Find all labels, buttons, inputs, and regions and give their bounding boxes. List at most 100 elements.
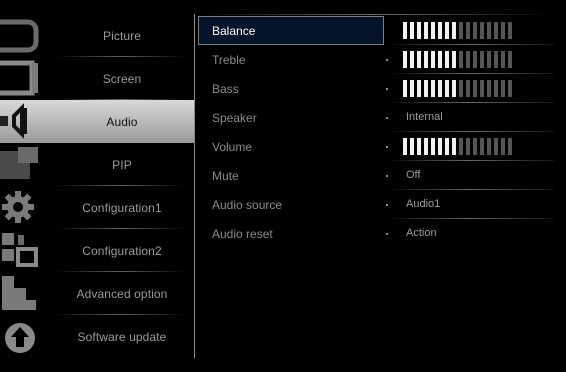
setting-label: Audio source	[212, 198, 283, 212]
setting-value: Internal	[406, 111, 443, 123]
value-bullet	[386, 146, 388, 148]
menu-item-configuration1[interactable]: Configuration1	[0, 186, 194, 229]
menu-item-software-update[interactable]: Software update	[0, 315, 194, 358]
level-segment	[494, 138, 498, 155]
menu-item-label: Advanced option	[76, 286, 168, 301]
menu-item-label: PIP	[112, 157, 132, 172]
level-segment	[410, 51, 414, 68]
osd-menu-screen: Picture Screen Audio PIP Configuration1 …	[0, 0, 566, 372]
level-segment	[459, 22, 463, 39]
setting-row-audio-source[interactable]: Audio source Audio1	[196, 190, 554, 219]
level-segment	[438, 51, 442, 68]
level-segment	[466, 22, 470, 39]
level-segment	[480, 80, 484, 97]
menu-item-screen[interactable]: Screen	[0, 57, 194, 100]
level-segment	[487, 22, 491, 39]
setting-row-mute[interactable]: Mute Off	[196, 161, 554, 190]
menu-item-advanced-option[interactable]: Advanced option	[0, 272, 194, 315]
setting-row-audio-reset[interactable]: Audio reset Action	[196, 219, 554, 248]
level-segment	[403, 80, 407, 97]
value-bullet	[386, 88, 388, 90]
setting-value: Off	[406, 169, 421, 181]
level-segment	[438, 80, 442, 97]
level-segment	[473, 22, 477, 39]
level-segment	[494, 51, 498, 68]
menu-item-label: Configuration2	[82, 243, 162, 258]
level-segment	[487, 138, 491, 155]
level-segment	[452, 80, 456, 97]
volume-level-bar[interactable]	[403, 138, 512, 156]
picture-icon	[0, 19, 39, 53]
level-segment	[403, 51, 407, 68]
level-segment	[424, 80, 428, 97]
level-segment	[410, 138, 414, 155]
menu-item-label: Screen	[102, 71, 142, 86]
level-segment	[452, 138, 456, 155]
level-segment	[445, 80, 449, 97]
menu-item-audio[interactable]: Audio	[0, 100, 194, 143]
treble-level-bar[interactable]	[403, 51, 512, 69]
level-segment	[466, 138, 470, 155]
menu-item-configuration2[interactable]: Configuration2	[0, 229, 194, 272]
advanced-option-icon	[2, 276, 36, 310]
setting-label: Treble	[212, 53, 246, 67]
level-segment	[410, 80, 414, 97]
setting-value: Audio1	[406, 198, 441, 210]
setting-row-volume[interactable]: Volume	[196, 132, 554, 161]
bass-level-bar[interactable]	[403, 80, 512, 98]
level-segment	[508, 80, 512, 97]
setting-label: Mute	[212, 169, 239, 183]
level-segment	[501, 80, 505, 97]
value-bullet	[386, 59, 388, 61]
level-segment	[438, 22, 442, 39]
setting-row-bass[interactable]: Bass	[196, 74, 554, 103]
pip-icon	[0, 147, 38, 179]
setting-label: Audio reset	[212, 227, 273, 241]
speaker-icon	[0, 103, 27, 139]
value-bullet	[386, 233, 388, 235]
level-segment	[473, 51, 477, 68]
level-segment	[452, 51, 456, 68]
level-segment	[403, 22, 407, 39]
level-segment	[403, 138, 407, 155]
setting-label: Volume	[212, 140, 253, 154]
level-segment	[508, 138, 512, 155]
level-segment	[424, 138, 428, 155]
value-bullet	[386, 204, 388, 206]
level-segment	[417, 138, 421, 155]
setting-row-treble[interactable]: Treble	[196, 45, 554, 74]
level-segment	[431, 51, 435, 68]
menu-item-label: Picture	[102, 28, 142, 43]
level-segment	[410, 22, 414, 39]
level-segment	[459, 138, 463, 155]
setting-row-speaker[interactable]: Speaker Internal	[196, 103, 554, 132]
level-segment	[487, 80, 491, 97]
level-segment	[459, 51, 463, 68]
level-segment	[417, 22, 421, 39]
menu-item-label: Configuration1	[82, 200, 162, 215]
setting-value: Action	[406, 227, 437, 239]
setting-row-balance[interactable]: Balance	[196, 16, 554, 45]
menu-item-label: Software update	[77, 329, 167, 344]
menu-item-picture[interactable]: Picture	[0, 14, 194, 57]
panel-divider	[194, 14, 195, 358]
level-segment	[459, 80, 463, 97]
level-segment	[466, 80, 470, 97]
level-segment	[508, 51, 512, 68]
level-segment	[487, 51, 491, 68]
value-bullet	[386, 117, 388, 119]
level-segment	[445, 22, 449, 39]
level-segment	[473, 138, 477, 155]
level-segment	[417, 51, 421, 68]
level-segment	[480, 138, 484, 155]
level-segment	[501, 138, 505, 155]
level-segment	[431, 80, 435, 97]
menu-item-pip[interactable]: PIP	[0, 143, 194, 186]
level-segment	[431, 22, 435, 39]
level-segment	[438, 138, 442, 155]
value-bullet	[386, 175, 388, 177]
balance-level-bar[interactable]	[403, 22, 512, 40]
top-separator	[196, 14, 556, 15]
level-segment	[494, 80, 498, 97]
level-segment	[424, 51, 428, 68]
